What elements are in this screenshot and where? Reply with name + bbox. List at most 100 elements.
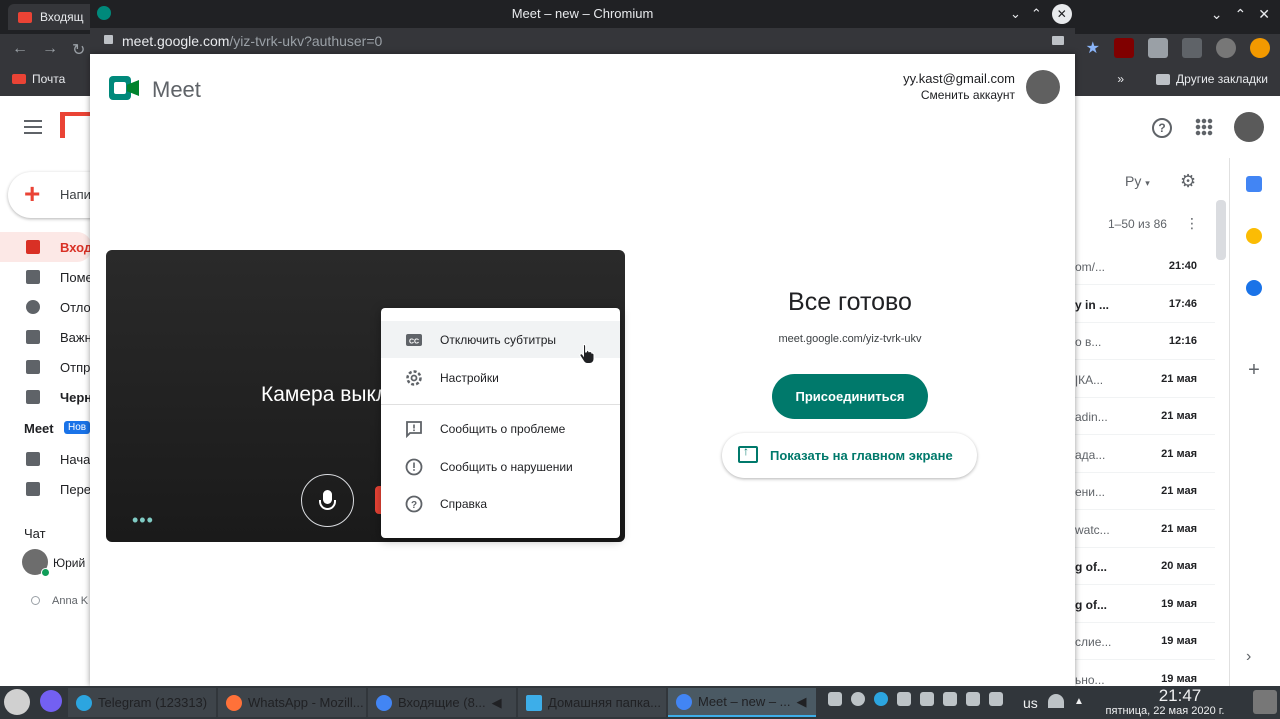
gmail-tab[interactable]: Входящ [8, 4, 98, 30]
keep-icon[interactable] [1246, 228, 1262, 244]
microphone-tray-icon[interactable] [966, 692, 980, 706]
mail-date: 21 мая [1161, 522, 1197, 535]
list-item[interactable]: ени... 21 мая [1075, 473, 1215, 510]
chat-user[interactable]: Anna K [52, 595, 88, 607]
profile-avatar[interactable] [1216, 38, 1236, 58]
list-item[interactable]: om/... 21:40 [1075, 248, 1215, 285]
chat-user[interactable]: Юрий [53, 556, 85, 570]
present-button-label: Показать на главном экране [770, 448, 953, 463]
volume-icon[interactable] [943, 692, 957, 706]
sidebar-item-snoozed[interactable]: Отло [0, 292, 92, 322]
meet-brand: Meet [152, 77, 201, 102]
bookmark-other[interactable]: Другие закладки [1156, 72, 1268, 86]
viber-icon[interactable] [40, 690, 62, 712]
taskbar-task-gmail[interactable]: Входящие (8... ◀ [368, 688, 516, 717]
usb-icon[interactable] [989, 692, 1003, 706]
task-label: Домашняя папка... [548, 695, 661, 710]
gmail-logo[interactable] [60, 112, 90, 138]
apps-grid-icon[interactable] [1195, 118, 1213, 136]
menu-item-help[interactable]: ? Справка [381, 485, 620, 522]
tray-expand-icon[interactable]: ▲ [1074, 696, 1084, 707]
menu-item-report-problem[interactable]: Сообщить о проблеме [381, 410, 620, 447]
close-icon[interactable]: ✕ [1051, 4, 1072, 24]
ublock-icon[interactable] [1114, 38, 1134, 58]
url-path: /yiz-tvrk-ukv?authuser=0 [229, 33, 383, 49]
menu-item-report-abuse[interactable]: Сообщить о нарушении [381, 448, 620, 485]
taskbar-task-whatsapp[interactable]: WhatsApp - Mozill... [218, 688, 366, 717]
more-options-icon[interactable]: ••• [132, 510, 154, 531]
list-item[interactable]: adin... 21 мая [1075, 398, 1215, 435]
camera-indicator-icon[interactable] [1052, 36, 1064, 45]
maximize-icon[interactable]: ⌃ [1031, 6, 1042, 22]
bookmark-mail-label: Почта [32, 72, 66, 86]
join-button[interactable]: Присоединиться [772, 374, 928, 419]
gear-icon[interactable]: ⚙ [1180, 171, 1196, 192]
app-launcher-icon[interactable] [4, 689, 30, 715]
lock-icon[interactable] [104, 35, 113, 44]
inbox-icon [26, 240, 40, 254]
close-icon[interactable]: ✕ [1258, 6, 1270, 23]
switch-account-link[interactable]: Сменить аккаунт [860, 88, 1015, 102]
media-pause-icon[interactable] [851, 692, 865, 706]
sidebar-item-important[interactable]: Важн [0, 322, 92, 352]
notifications-icon[interactable] [828, 692, 842, 706]
help-icon[interactable]: ? [1152, 118, 1172, 138]
extension-icon[interactable] [1148, 38, 1168, 58]
bookmark-star-icon[interactable]: ★ [1086, 38, 1100, 58]
back-icon[interactable]: ← [12, 40, 28, 60]
mail-date: 21:40 [1168, 260, 1197, 272]
url-field[interactable]: meet.google.com/yiz-tvrk-ukv?authuser=0 [122, 33, 382, 49]
maximize-icon[interactable]: ⌃ [1235, 6, 1247, 23]
wifi-icon[interactable] [1048, 694, 1064, 708]
taskbar-task-meet[interactable]: Meet – new – ... ◀ [668, 688, 816, 717]
sidebar-item-inbox[interactable]: Вход [0, 232, 92, 262]
tasks-icon[interactable] [1246, 280, 1262, 296]
sidebar-item-starred[interactable]: Поме [0, 262, 93, 292]
list-item[interactable]: y in ... 17:46 [1075, 286, 1215, 323]
sidebar-item-drafts[interactable]: Черн [0, 382, 92, 412]
avatar[interactable] [1253, 690, 1277, 714]
bookmark-mail[interactable]: Почта [12, 72, 65, 86]
input-language-selector[interactable]: Ру ▾ [1125, 173, 1150, 189]
list-item[interactable]: слие... 19 мая [1075, 623, 1215, 660]
list-item[interactable]: watc... 21 мая [1075, 511, 1215, 548]
calendar-icon[interactable] [1246, 176, 1262, 192]
list-item[interactable]: о в... 12:16 [1075, 323, 1215, 360]
avatar[interactable] [1026, 70, 1060, 104]
update-icon[interactable] [1250, 38, 1270, 58]
mail-snippet: о в... [1075, 335, 1102, 349]
list-item[interactable]: g of... 20 мая [1075, 548, 1215, 585]
scrollbar[interactable] [1216, 200, 1226, 260]
clock-time[interactable]: 21:47 [1120, 686, 1240, 706]
list-item[interactable]: g of... 19 мая [1075, 586, 1215, 623]
mail-date: 21 мая [1161, 447, 1197, 460]
blocked-extension-icon[interactable] [1182, 38, 1202, 58]
reload-icon[interactable]: ↻ [72, 40, 85, 60]
present-screen-icon [738, 444, 758, 463]
taskbar-task-telegram[interactable]: Telegram (123313) [68, 688, 216, 717]
minimize-icon[interactable]: ⌄ [1010, 6, 1021, 22]
sidebar-item-sent[interactable]: Отпр [0, 352, 92, 382]
pager-label: 1–50 из 86 [1108, 217, 1167, 231]
taskbar-task-files[interactable]: Домашняя папка... [518, 688, 666, 717]
minimize-icon[interactable]: ⌄ [1211, 6, 1223, 23]
gmail-tab-title: Входящ [40, 10, 84, 24]
list-item[interactable]: ада... 21 мая [1075, 436, 1215, 473]
avatar[interactable] [1234, 112, 1264, 142]
add-icon[interactable]: + [1246, 360, 1262, 380]
more-vert-icon[interactable]: ⋮ [1185, 215, 1199, 232]
menu-icon[interactable] [24, 120, 42, 134]
telegram-tray-icon[interactable] [874, 692, 888, 706]
clipboard-icon[interactable] [897, 692, 911, 706]
forward-icon[interactable]: → [42, 40, 58, 60]
list-item[interactable]: |КА... 21 мая [1075, 361, 1215, 398]
mail-snippet: y in ... [1075, 297, 1110, 312]
bookmarks-overflow-icon[interactable]: » [1117, 72, 1124, 86]
meeting-url: meet.google.com/yiz-tvrk-ukv [778, 333, 922, 345]
keyboard-layout[interactable]: us [1023, 695, 1038, 711]
draft-icon [26, 390, 40, 404]
meet-start-meeting[interactable]: Нача [0, 444, 92, 474]
chevron-right-icon[interactable]: › [1246, 648, 1251, 666]
meet-join-meeting[interactable]: Пере [0, 474, 92, 504]
battery-icon[interactable] [920, 692, 934, 706]
